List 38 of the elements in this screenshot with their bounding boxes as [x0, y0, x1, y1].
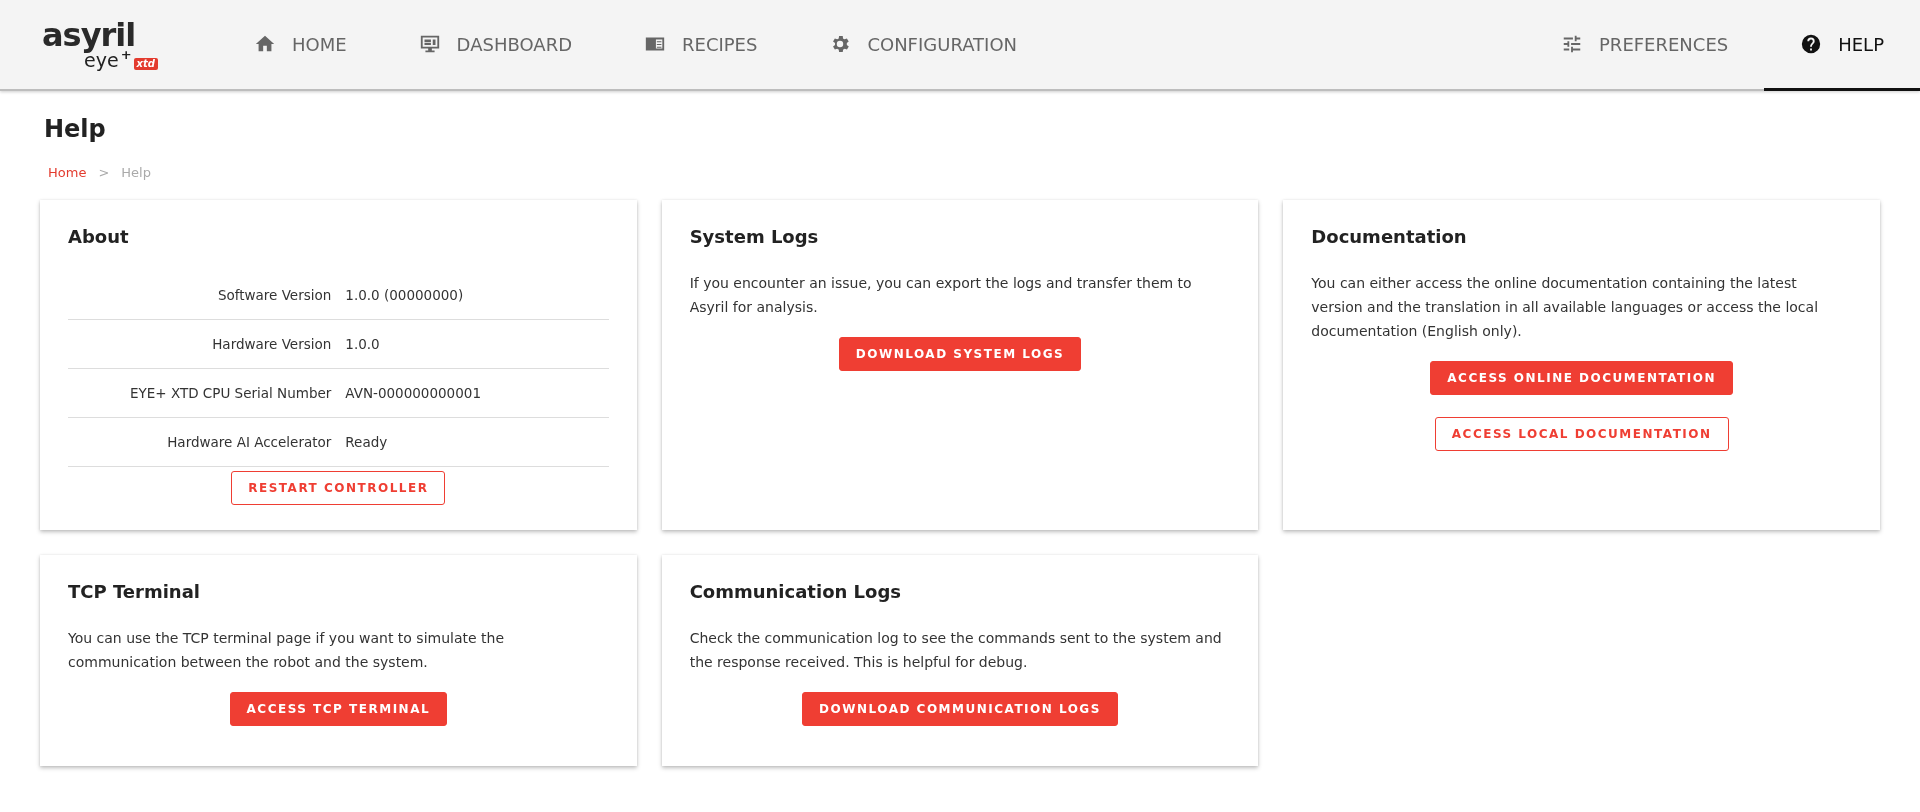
action-button[interactable]: DOWNLOAD COMMUNICATION LOGS — [802, 692, 1118, 726]
info-label: Hardware Version — [211, 336, 332, 352]
action-button[interactable]: ACCESS TCP TERMINAL — [229, 692, 448, 726]
card-text: If you encounter an issue, you can export the logs and transfer them to Asyril for analysis. — [689, 274, 1193, 317]
breadcrumb-link[interactable]: Home — [48, 165, 87, 180]
page-title: Help — [43, 114, 107, 143]
action-button[interactable]: ACCESS ONLINE DOCUMENTATION — [1430, 361, 1733, 395]
help-icon — [1800, 33, 1823, 55]
action-button[interactable]: ACCESS LOCAL DOCUMENTATION — [1434, 417, 1729, 451]
nav-tab[interactable]: HOME — [218, 0, 383, 91]
card-text: You can use the TCP terminal page if you want to simulate the communication between the robot and the system. — [68, 629, 506, 672]
info-value: 1.0.0 (00000000) — [345, 287, 465, 303]
card-title: About — [68, 226, 130, 247]
action-button[interactable]: RESTART CONTROLLER — [231, 471, 446, 505]
info-value: 1.0.0 — [345, 336, 381, 352]
card-text: You can either access the online documentation containing the latest version and the translation in all available languages or access the local documentation (English only). — [1311, 274, 1820, 341]
breadcrumb-separator: > — [98, 165, 110, 180]
breadcrumb-current: Help — [121, 165, 151, 180]
logo-badge: xtd — [133, 57, 158, 70]
logo-plus: + — [120, 49, 132, 60]
nav-tab[interactable]: RECIPES — [608, 0, 794, 91]
nav-tab[interactable]: CONFIGURATION — [793, 0, 1054, 91]
monitor-icon — [418, 33, 441, 55]
card-title: System Logs — [689, 226, 820, 247]
info-value: AVN-000000000001 — [345, 385, 482, 401]
info-value: Ready — [345, 434, 389, 450]
nav-tab[interactable]: HELP — [1764, 0, 1920, 91]
card-title: Documentation — [1311, 226, 1468, 247]
card-title: TCP Terminal — [68, 581, 201, 602]
card-title: Communication Logs — [689, 581, 902, 602]
card-text: Check the communication log to see the commands sent to the system and the response received. This is helpful for debug. — [689, 629, 1223, 672]
info-label: Software Version — [216, 287, 332, 303]
info-label: Hardware AI Accelerator — [166, 434, 332, 450]
info-label: EYE+ XTD CPU Serial Number — [129, 385, 332, 401]
action-button[interactable]: DOWNLOAD SYSTEM LOGS — [838, 337, 1082, 371]
sliders-icon — [1561, 33, 1583, 55]
nav-tab[interactable]: DASHBOARD — [382, 0, 608, 91]
nav-tab[interactable]: PREFERENCES — [1525, 0, 1765, 91]
